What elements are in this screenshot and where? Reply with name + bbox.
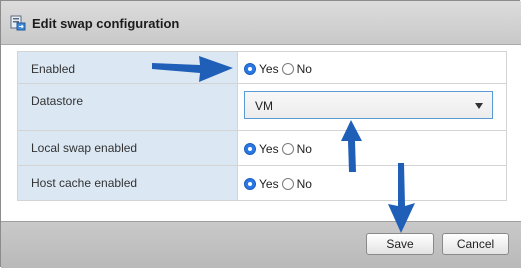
local-swap-no-radio[interactable]	[281, 143, 294, 155]
swap-settings-table: Enabled Yes No Datastore VM Local swap e…	[17, 51, 507, 201]
dialog-body: Enabled Yes No Datastore VM Local swap e…	[1, 45, 521, 221]
edit-swap-dialog: Edit swap configuration Enabled Yes No D…	[0, 0, 521, 268]
dialog-titlebar: Edit swap configuration	[1, 1, 521, 45]
local-swap-yes-label[interactable]: Yes	[259, 142, 279, 156]
row-label: Enabled	[17, 51, 238, 84]
host-cache-no-radio[interactable]	[281, 178, 294, 190]
enabled-no-radio[interactable]	[281, 63, 294, 75]
host-cache-yes-label[interactable]: Yes	[259, 177, 279, 191]
table-row: Host cache enabled Yes No	[17, 165, 507, 201]
row-value: Yes No	[237, 165, 507, 201]
dialog-footer: Save Cancel	[1, 221, 521, 268]
chevron-down-icon	[475, 103, 483, 109]
row-label: Local swap enabled	[17, 130, 238, 166]
local-swap-no-label[interactable]: No	[297, 142, 312, 156]
row-value: Yes No	[237, 130, 507, 166]
swap-config-icon	[10, 15, 26, 31]
local-swap-radio-group: Yes No	[244, 142, 315, 156]
row-label: Datastore	[17, 83, 238, 131]
enabled-label: Enabled	[31, 62, 76, 76]
dialog-title: Edit swap configuration	[32, 16, 180, 31]
enabled-yes-label[interactable]: Yes	[259, 62, 279, 76]
enabled-no-label[interactable]: No	[297, 62, 312, 76]
host-cache-no-label[interactable]: No	[297, 177, 312, 191]
host-cache-radio-group: Yes No	[244, 177, 315, 191]
row-value: VM	[237, 83, 507, 131]
datastore-label: Datastore	[31, 94, 84, 108]
enabled-yes-radio[interactable]	[244, 63, 256, 75]
local-swap-label: Local swap enabled	[31, 141, 138, 155]
datastore-select-value: VM	[255, 99, 273, 113]
row-value: Yes No	[237, 51, 507, 84]
save-button[interactable]: Save	[366, 233, 434, 255]
table-row: Enabled Yes No	[17, 51, 507, 84]
enabled-radio-group: Yes No	[244, 62, 315, 76]
table-row: Local swap enabled Yes No	[17, 130, 507, 166]
local-swap-yes-radio[interactable]	[244, 143, 256, 155]
host-cache-label: Host cache enabled	[31, 176, 138, 190]
row-label: Host cache enabled	[17, 165, 238, 201]
datastore-select[interactable]: VM	[244, 91, 493, 119]
host-cache-yes-radio[interactable]	[244, 178, 256, 190]
table-row: Datastore VM	[17, 83, 507, 131]
cancel-button[interactable]: Cancel	[442, 233, 509, 255]
